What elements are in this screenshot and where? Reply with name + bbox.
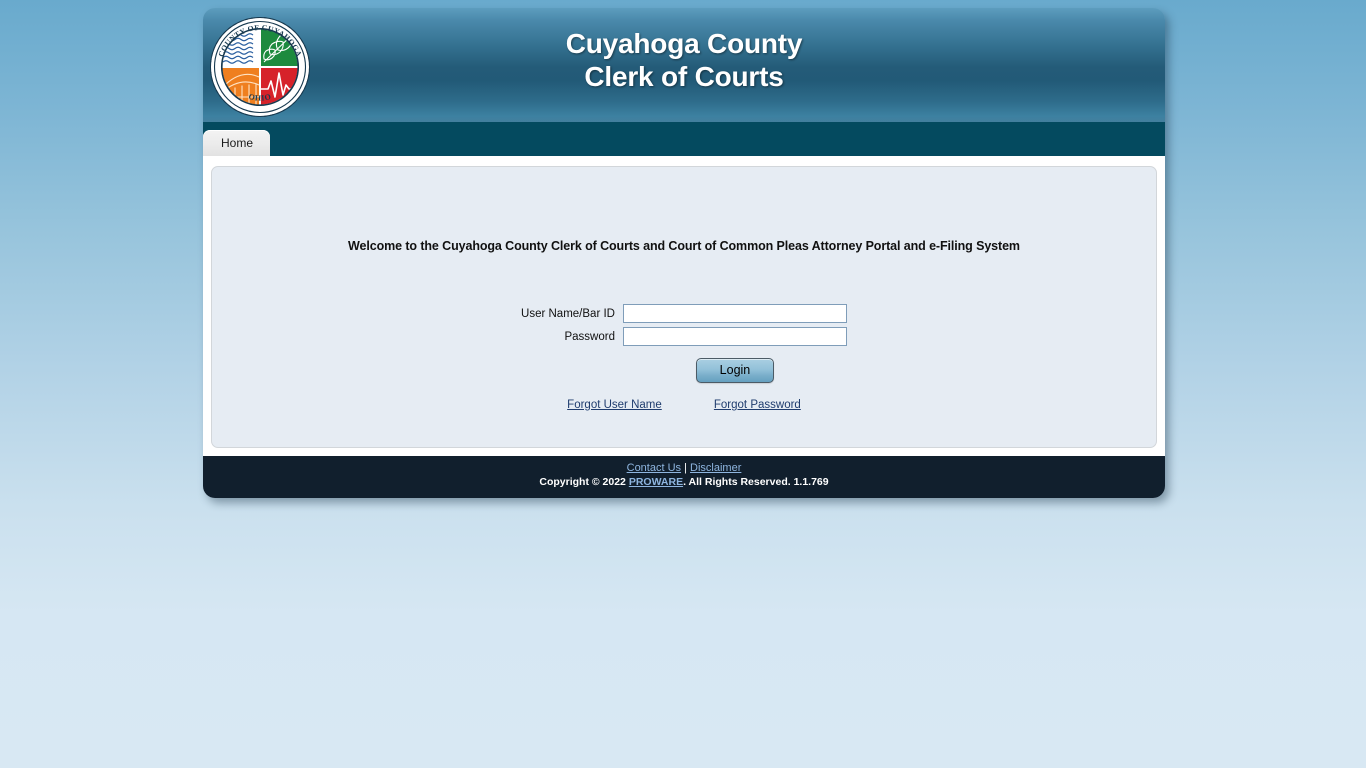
- copyright-prefix: Copyright © 2022: [539, 476, 629, 488]
- welcome-message: Welcome to the Cuyahoga County Clerk of …: [348, 239, 1020, 253]
- login-panel: Welcome to the Cuyahoga County Clerk of …: [211, 166, 1157, 448]
- forgot-password-link[interactable]: Forgot Password: [714, 399, 801, 411]
- username-input-cell: [622, 302, 847, 325]
- password-label: Password: [564, 330, 615, 343]
- tab-home[interactable]: Home: [203, 130, 271, 156]
- copyright-line: Copyright © 2022 PROWARE. All Rights Res…: [203, 476, 1165, 489]
- tab-home-label: Home: [221, 136, 254, 150]
- button-row-cell: Login: [623, 348, 847, 385]
- disclaimer-link[interactable]: Disclaimer: [690, 462, 741, 474]
- login-button[interactable]: Login: [695, 358, 775, 383]
- page-title: Cuyahoga County Clerk of Courts: [203, 27, 1165, 93]
- site-footer: Contact Us | Disclaimer Copyright © 2022…: [203, 456, 1165, 498]
- main-navbar: Home: [203, 122, 1165, 156]
- forgot-links-row: Forgot User Name Forgot Password: [464, 399, 904, 411]
- proware-link[interactable]: PROWARE: [629, 476, 683, 488]
- site-header: COUNTY OF CUYAHOGA OHIO Cuyahoga County …: [203, 8, 1165, 122]
- page-container: COUNTY OF CUYAHOGA OHIO Cuyahoga County …: [203, 8, 1165, 498]
- username-label: User Name/Bar ID: [521, 307, 615, 320]
- login-fields-table: User Name/Bar ID Password Login: [519, 302, 849, 385]
- app-shell: COUNTY OF CUYAHOGA OHIO Cuyahoga County …: [203, 8, 1165, 498]
- forgot-username-link[interactable]: Forgot User Name: [567, 399, 662, 411]
- password-input-cell: [622, 325, 847, 348]
- title-line-1: Cuyahoga County: [565, 28, 803, 59]
- content-area: Welcome to the Cuyahoga County Clerk of …: [203, 156, 1165, 456]
- button-row-spacer: [521, 348, 621, 385]
- password-input[interactable]: [622, 327, 847, 346]
- title-line-2: Clerk of Courts: [584, 61, 784, 92]
- footer-links: Contact Us | Disclaimer: [203, 462, 1165, 475]
- username-row: User Name/Bar ID: [521, 302, 847, 325]
- nav-tab-list: Home: [203, 130, 271, 156]
- copyright-suffix: . All Rights Reserved. 1.1.769: [683, 476, 829, 488]
- button-row: Login: [521, 348, 847, 385]
- password-row: Password: [521, 325, 847, 348]
- footer-link-separator: |: [684, 462, 687, 474]
- username-input[interactable]: [622, 304, 847, 323]
- contact-us-link[interactable]: Contact Us: [627, 462, 681, 474]
- login-form: User Name/Bar ID Password Login Forgot U…: [464, 302, 904, 411]
